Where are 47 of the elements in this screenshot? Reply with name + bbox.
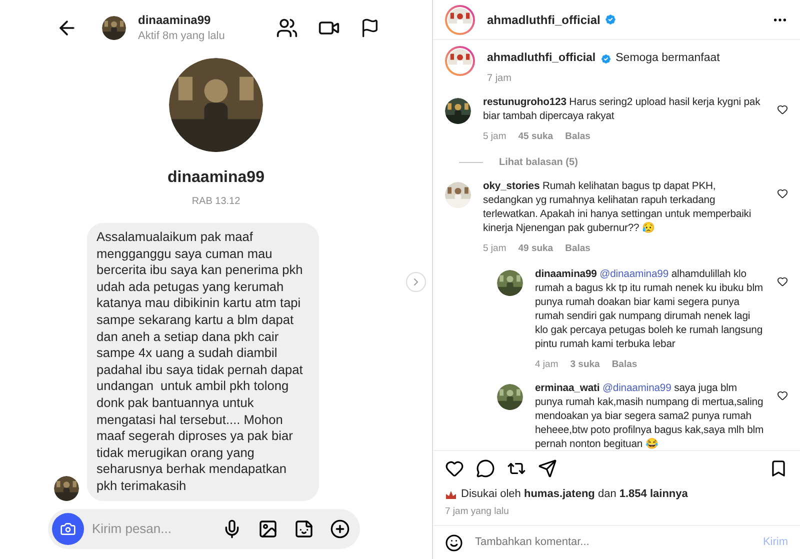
flag-icon[interactable]	[360, 18, 380, 38]
sticker-icon[interactable]	[294, 518, 314, 538]
heart-icon[interactable]	[777, 276, 788, 287]
comment-time: 5 jam	[483, 242, 506, 256]
like-count: 49 suka	[518, 242, 554, 256]
view-replies-button[interactable]: Lihat balasan (5)	[499, 154, 578, 170]
mention-link[interactable]: @dinaamina99	[600, 268, 669, 280]
profile-username: dinaamina99	[168, 168, 264, 188]
heart-icon[interactable]	[777, 390, 788, 401]
emoji-icon[interactable]	[445, 534, 463, 552]
caption-text: Semoga bermanfaat	[616, 51, 720, 66]
camera-button[interactable]	[52, 512, 84, 544]
mention-link[interactable]: @dinaamina99	[602, 383, 672, 394]
comment-icon[interactable]	[476, 459, 495, 478]
message-date: RAB 13.12	[192, 195, 240, 209]
comment-text: restunugroho123 Harus sering2 upload hasil kerja kygni pak biar tambah dipercaya rakyat	[483, 96, 762, 124]
post-comment-button[interactable]: Kirim	[762, 534, 788, 551]
reply-button[interactable]: Balas	[565, 242, 590, 256]
message-composer[interactable]: Kirim pesan...	[48, 508, 360, 548]
like-count: 45 suka	[518, 130, 554, 144]
comment-time: 5 jam	[483, 130, 506, 144]
camera-icon	[60, 520, 76, 536]
chat-username: dinaamina99	[138, 12, 212, 28]
bookmark-icon[interactable]	[769, 459, 788, 478]
like-count: 3 suka	[570, 358, 600, 372]
post-time: 7 jam yang lalu	[445, 504, 510, 519]
image-icon[interactable]	[258, 518, 278, 538]
reply-button[interactable]: Balas	[565, 130, 590, 144]
comment-text: dinaamina99 @dinaamina99 alhamdulillah klo rumah a bagus kk tp itu rumah nenek ku ibuku blm punya rumah doakan biar kami segera punya rumah sendiri gak numpang dirumah nenek lagi klo gak percaya petugas boleh ke rumah langsung pintu rumah kami terbuka lebar	[535, 268, 764, 352]
comment-time: 4 jam	[535, 358, 558, 372]
heart-icon[interactable]	[777, 104, 788, 116]
comment-input[interactable]: Tambahkan komentar...	[475, 534, 751, 551]
comment-text: erminaa_wati @dinaamina99 saya juga blm punya rumah kak,masih numpang di mertua,saling mendoakan ya biar segera sama2 punya rumah heheee,btw poto profilnya bagus kak,saya mlh blm pernah nonton begituan 😂	[535, 382, 765, 452]
group-icon[interactable]	[276, 17, 298, 39]
heart-icon[interactable]	[777, 188, 788, 198]
reply-button[interactable]: Balas	[612, 358, 638, 372]
message-input[interactable]: Kirim pesan...	[92, 518, 214, 538]
caption-author: ahmadluthfi_official	[487, 51, 596, 66]
share-icon[interactable]	[538, 459, 557, 478]
plus-icon[interactable]	[330, 518, 350, 538]
active-status: Aktif 8m yang lalu	[138, 29, 225, 44]
comment-text: oky_stories Rumah kelihatan bagus tp dapat PKH, sedangkan yg rumahnya kelihatan rapuh terkadang terlewatkan. Apakah ini hanya settingan untuk memperbaiki kinerja Njenengan pak gubernur?? 😥	[483, 180, 752, 236]
like-icon[interactable]	[445, 459, 464, 478]
message-text: Assalamualaikum pak maaf mengganggu saya cuman mau bercerita ibu saya kan penerima pkh udah ada petugas yang kerumah katanya mau dibikinin kartu atm tapi sampe sekarang kartu a blm dapat dan aneh a setiap dana pkh cair sampe 4x uang a sudah diambil padahal ibu saya tidak pernah dapat undangan untuk ambil pkh tolong donk pak bantuannya untuk mengatasi hal tersebut.... Mohon maaf segerah diproses ya pak biar tidak merugikan orang yang seharusnya berhak mendapatkan pkh terimakasih	[96, 229, 304, 494]
likes-summary: Disukai oleh humas.jateng dan 1.854 lainnya	[461, 487, 688, 502]
post-author: ahmadluthfi_official	[487, 12, 600, 28]
caption-time: 7 jam	[487, 72, 512, 86]
